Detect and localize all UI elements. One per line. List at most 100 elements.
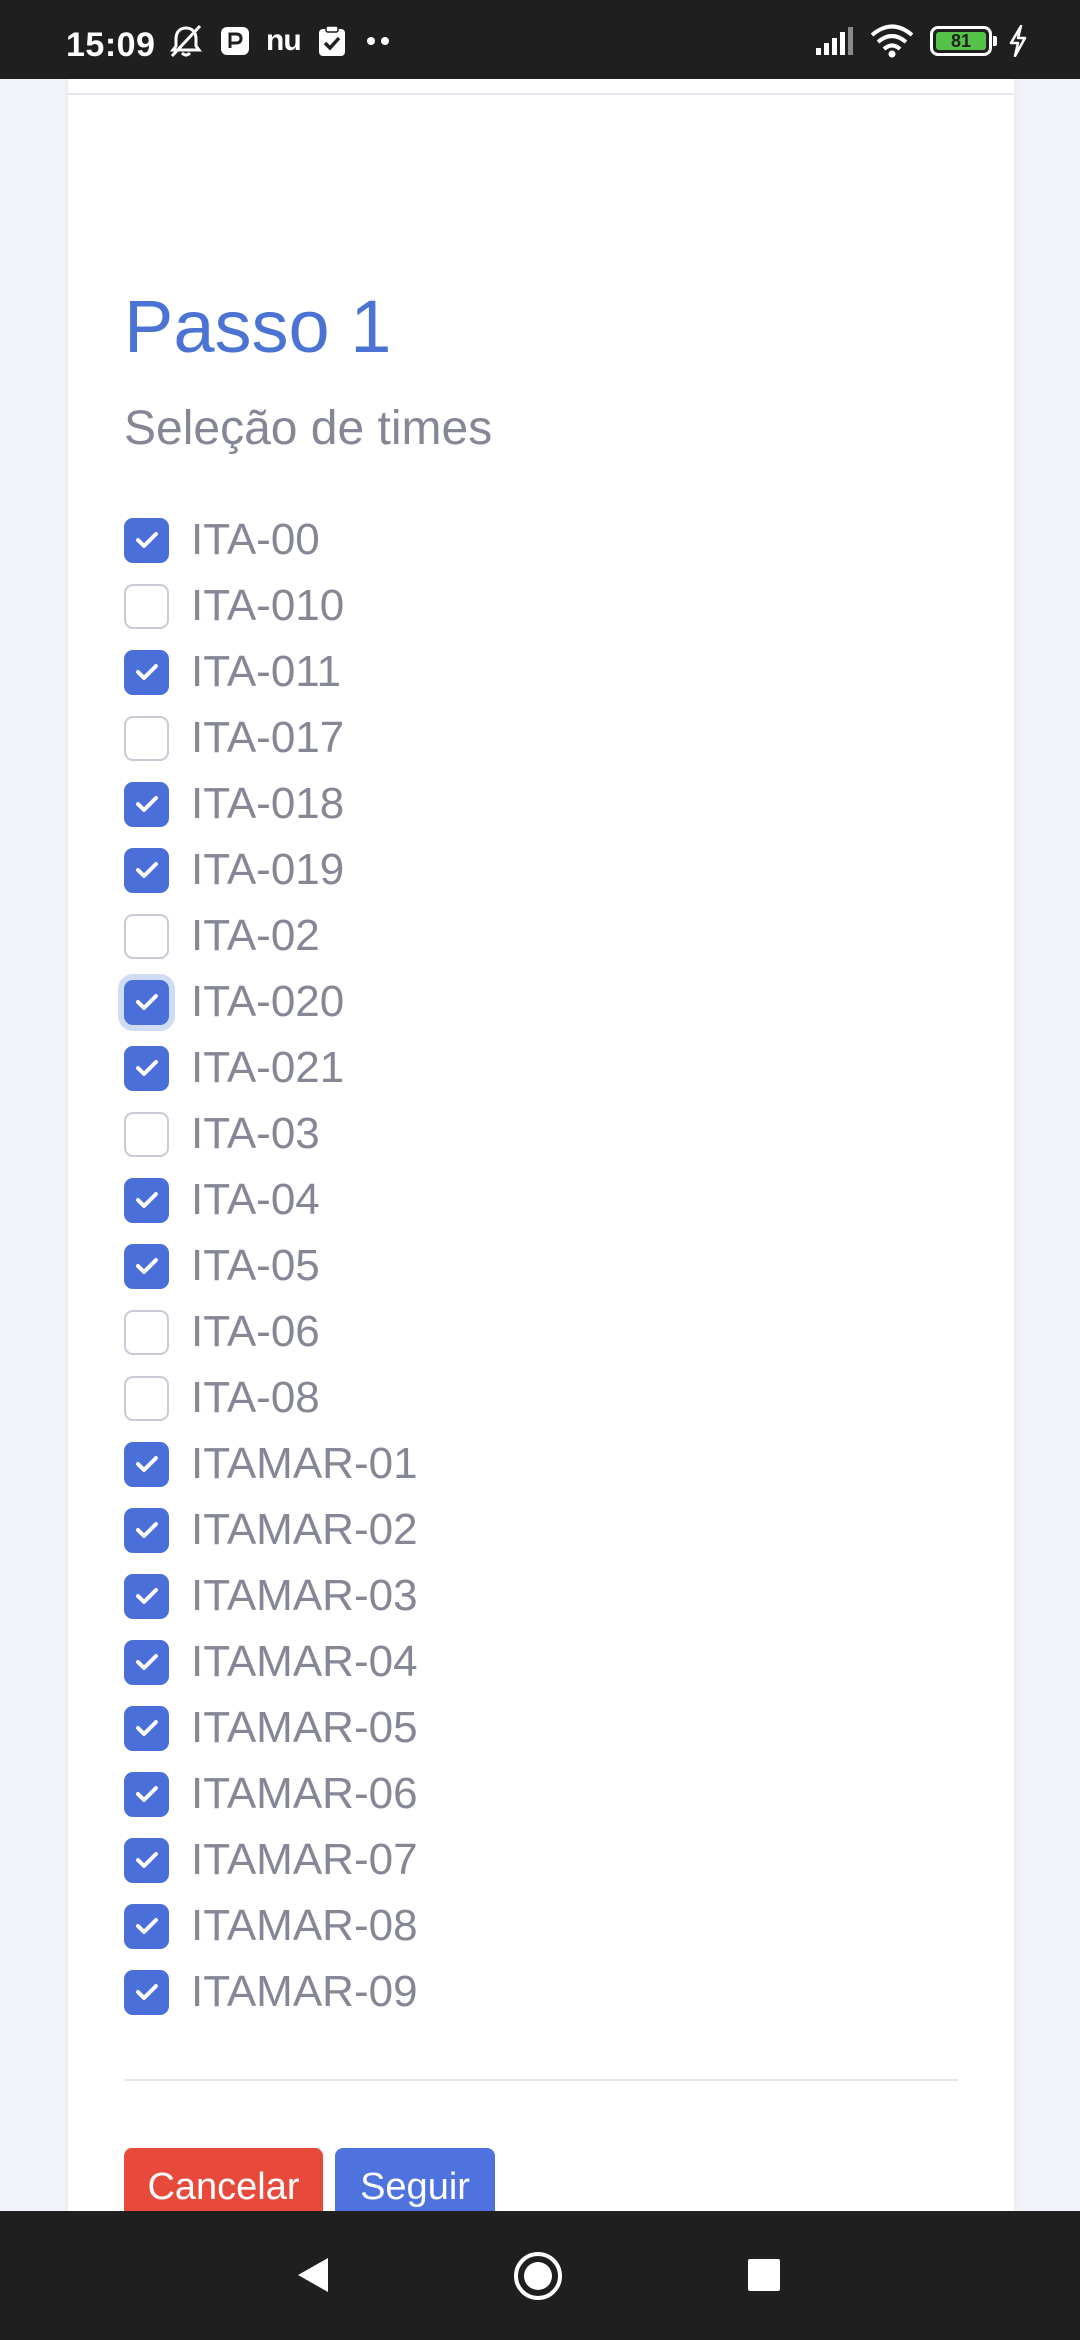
team-option[interactable]: ITA-019: [124, 837, 944, 903]
footer-divider: [124, 2079, 958, 2081]
wifi-icon: [870, 24, 914, 58]
team-label: ITAMAR-04: [191, 1637, 418, 1686]
team-option[interactable]: ITA-00: [124, 507, 944, 573]
checkmark-icon: [135, 1786, 158, 1802]
next-button[interactable]: Seguir: [335, 2148, 495, 2218]
checkmark-icon: [135, 1984, 158, 2000]
team-label: ITA-02: [191, 911, 320, 960]
team-checkbox[interactable]: [124, 715, 169, 761]
battery-icon: 81: [930, 26, 997, 56]
checkmark-icon: [135, 1456, 158, 1472]
team-checkbox[interactable]: [124, 1771, 169, 1817]
team-label: ITA-010: [191, 581, 345, 630]
team-option[interactable]: ITAMAR-05: [124, 1695, 944, 1761]
recents-icon[interactable]: [746, 2257, 782, 2298]
clipboard-check-icon: [317, 25, 347, 57]
team-label: ITA-011: [191, 647, 341, 696]
team-checkbox[interactable]: [124, 517, 169, 563]
team-checkbox[interactable]: [124, 1903, 169, 1949]
navigation-bar: [0, 2211, 1080, 2340]
team-option[interactable]: ITAMAR-04: [124, 1629, 944, 1695]
team-option[interactable]: ITA-08: [124, 1365, 944, 1431]
page-title: Passo 1: [124, 285, 392, 368]
team-option[interactable]: ITAMAR-06: [124, 1761, 944, 1827]
team-checkbox[interactable]: [124, 1309, 169, 1355]
team-label: ITA-017: [191, 713, 345, 762]
team-label: ITAMAR-09: [191, 1967, 418, 2016]
team-checkbox[interactable]: [124, 1045, 169, 1091]
team-checkbox[interactable]: [124, 1111, 169, 1157]
battery-level: 81: [936, 31, 986, 51]
team-option[interactable]: ITA-02: [124, 903, 944, 969]
team-option[interactable]: ITAMAR-01: [124, 1431, 944, 1497]
team-checkbox[interactable]: [124, 1441, 169, 1487]
team-checkbox[interactable]: [124, 781, 169, 827]
parking-app-icon: [220, 26, 250, 56]
checkmark-icon: [135, 1522, 158, 1538]
team-label: ITA-00: [191, 515, 320, 564]
team-option[interactable]: ITA-05: [124, 1233, 944, 1299]
team-label: ITA-05: [191, 1241, 320, 1290]
checkmark-icon: [135, 1918, 158, 1934]
team-label: ITAMAR-06: [191, 1769, 418, 1818]
signal-icon: [814, 26, 854, 56]
team-checkbox[interactable]: [124, 913, 169, 959]
team-label: ITA-021: [191, 1043, 345, 1092]
team-checkbox[interactable]: [124, 583, 169, 629]
team-checkbox[interactable]: [124, 1573, 169, 1619]
team-option[interactable]: ITAMAR-03: [124, 1563, 944, 1629]
team-checkbox[interactable]: [124, 979, 169, 1025]
team-option[interactable]: ITA-020: [124, 969, 944, 1035]
team-option[interactable]: ITA-03: [124, 1101, 944, 1167]
back-icon[interactable]: [294, 2255, 332, 2300]
team-label: ITA-04: [191, 1175, 320, 1224]
team-label: ITAMAR-03: [191, 1571, 418, 1620]
team-option[interactable]: ITA-011: [124, 639, 944, 705]
checkmark-icon: [135, 1852, 158, 1868]
team-label: ITAMAR-07: [191, 1835, 418, 1884]
team-label: ITA-019: [191, 845, 345, 894]
team-checkbox[interactable]: [124, 1969, 169, 2015]
team-label: ITA-03: [191, 1109, 320, 1158]
team-checkbox[interactable]: [124, 1837, 169, 1883]
team-label: ITA-018: [191, 779, 345, 828]
card-header-divider: [68, 93, 1014, 95]
team-checkbox[interactable]: [124, 1507, 169, 1553]
silent-bell-icon: [168, 24, 204, 58]
team-option[interactable]: ITAMAR-02: [124, 1497, 944, 1563]
checkmark-icon: [135, 1060, 158, 1076]
status-time: 15:09: [66, 26, 156, 64]
team-option[interactable]: ITA-021: [124, 1035, 944, 1101]
checkmark-icon: [135, 532, 158, 548]
checkmark-icon: [135, 994, 158, 1010]
home-icon[interactable]: [513, 2251, 563, 2306]
team-checkbox[interactable]: [124, 1375, 169, 1421]
team-label: ITA-020: [191, 977, 345, 1026]
team-option[interactable]: ITAMAR-08: [124, 1893, 944, 1959]
team-checkbox[interactable]: [124, 649, 169, 695]
notification-icons: nu: [168, 24, 393, 58]
team-label: ITA-08: [191, 1373, 320, 1422]
team-checkbox[interactable]: [124, 1243, 169, 1289]
team-label: ITAMAR-08: [191, 1901, 418, 1950]
system-icons: 81: [814, 24, 1028, 58]
team-option[interactable]: ITA-06: [124, 1299, 944, 1365]
team-checkbox[interactable]: [124, 1705, 169, 1751]
team-option[interactable]: ITAMAR-07: [124, 1827, 944, 1893]
team-option[interactable]: ITAMAR-09: [124, 1959, 944, 2025]
more-dots-icon: [363, 35, 393, 47]
team-option[interactable]: ITA-018: [124, 771, 944, 837]
team-label: ITAMAR-02: [191, 1505, 418, 1554]
page-subtitle: Seleção de times: [124, 402, 493, 455]
nubank-icon: nu: [266, 24, 302, 57]
checkmark-icon: [135, 1258, 158, 1274]
team-label: ITA-06: [191, 1307, 320, 1356]
team-checkbox[interactable]: [124, 1177, 169, 1223]
team-option[interactable]: ITA-017: [124, 705, 944, 771]
team-checkbox-list: ITA-00 ITA-010 ITA-011 ITA-017 ITA-018 ITA-01…: [124, 507, 944, 2025]
team-option[interactable]: ITA-04: [124, 1167, 944, 1233]
team-checkbox[interactable]: [124, 1639, 169, 1685]
team-checkbox[interactable]: [124, 847, 169, 893]
team-option[interactable]: ITA-010: [124, 573, 944, 639]
cancel-button[interactable]: Cancelar: [124, 2148, 323, 2218]
